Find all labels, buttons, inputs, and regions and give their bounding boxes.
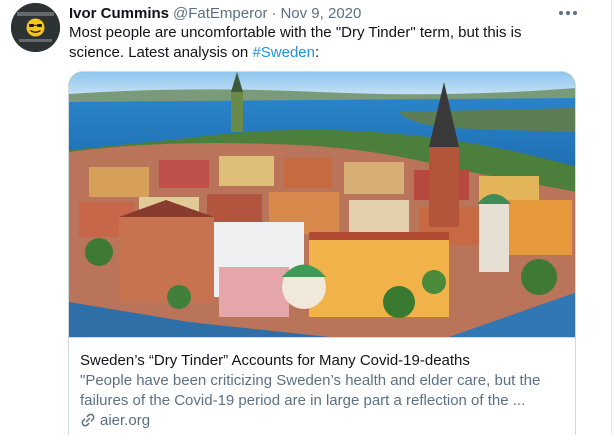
more-button[interactable]	[553, 2, 583, 24]
link-icon	[81, 413, 95, 427]
link-card[interactable]: Sweden’s “Dry Tinder” Accounts for Many …	[68, 71, 576, 435]
card-title[interactable]: Sweden’s “Dry Tinder” Accounts for Many …	[80, 351, 566, 370]
author-name[interactable]: Ivor Cummins	[69, 5, 169, 22]
tweet-text: Most people are uncomfortable with the "…	[69, 23, 569, 63]
tweet-text-end: :	[315, 44, 320, 61]
tweet-header: Ivor Cummins @FatEmperor · Nov 9, 2020	[69, 3, 361, 23]
tweet-date[interactable]: Nov 9, 2020	[280, 5, 361, 22]
avatar[interactable]	[11, 3, 60, 52]
tweet: Ivor Cummins @FatEmperor · Nov 9, 2020 M…	[0, 0, 612, 435]
card-image-graphic	[69, 72, 575, 337]
avatar-emoji-icon	[11, 3, 60, 52]
card-description: "People have been criticizing Sweden’s h…	[80, 372, 541, 409]
author-handle[interactable]: @FatEmperor	[173, 5, 267, 22]
separator-dot: ·	[271, 4, 277, 22]
card-domain[interactable]: aier.org	[80, 410, 150, 430]
hashtag-link[interactable]: #Sweden	[252, 44, 315, 61]
more-icon	[559, 11, 577, 15]
card-image[interactable]	[69, 72, 575, 338]
card-domain-label: aier.org	[100, 411, 151, 429]
